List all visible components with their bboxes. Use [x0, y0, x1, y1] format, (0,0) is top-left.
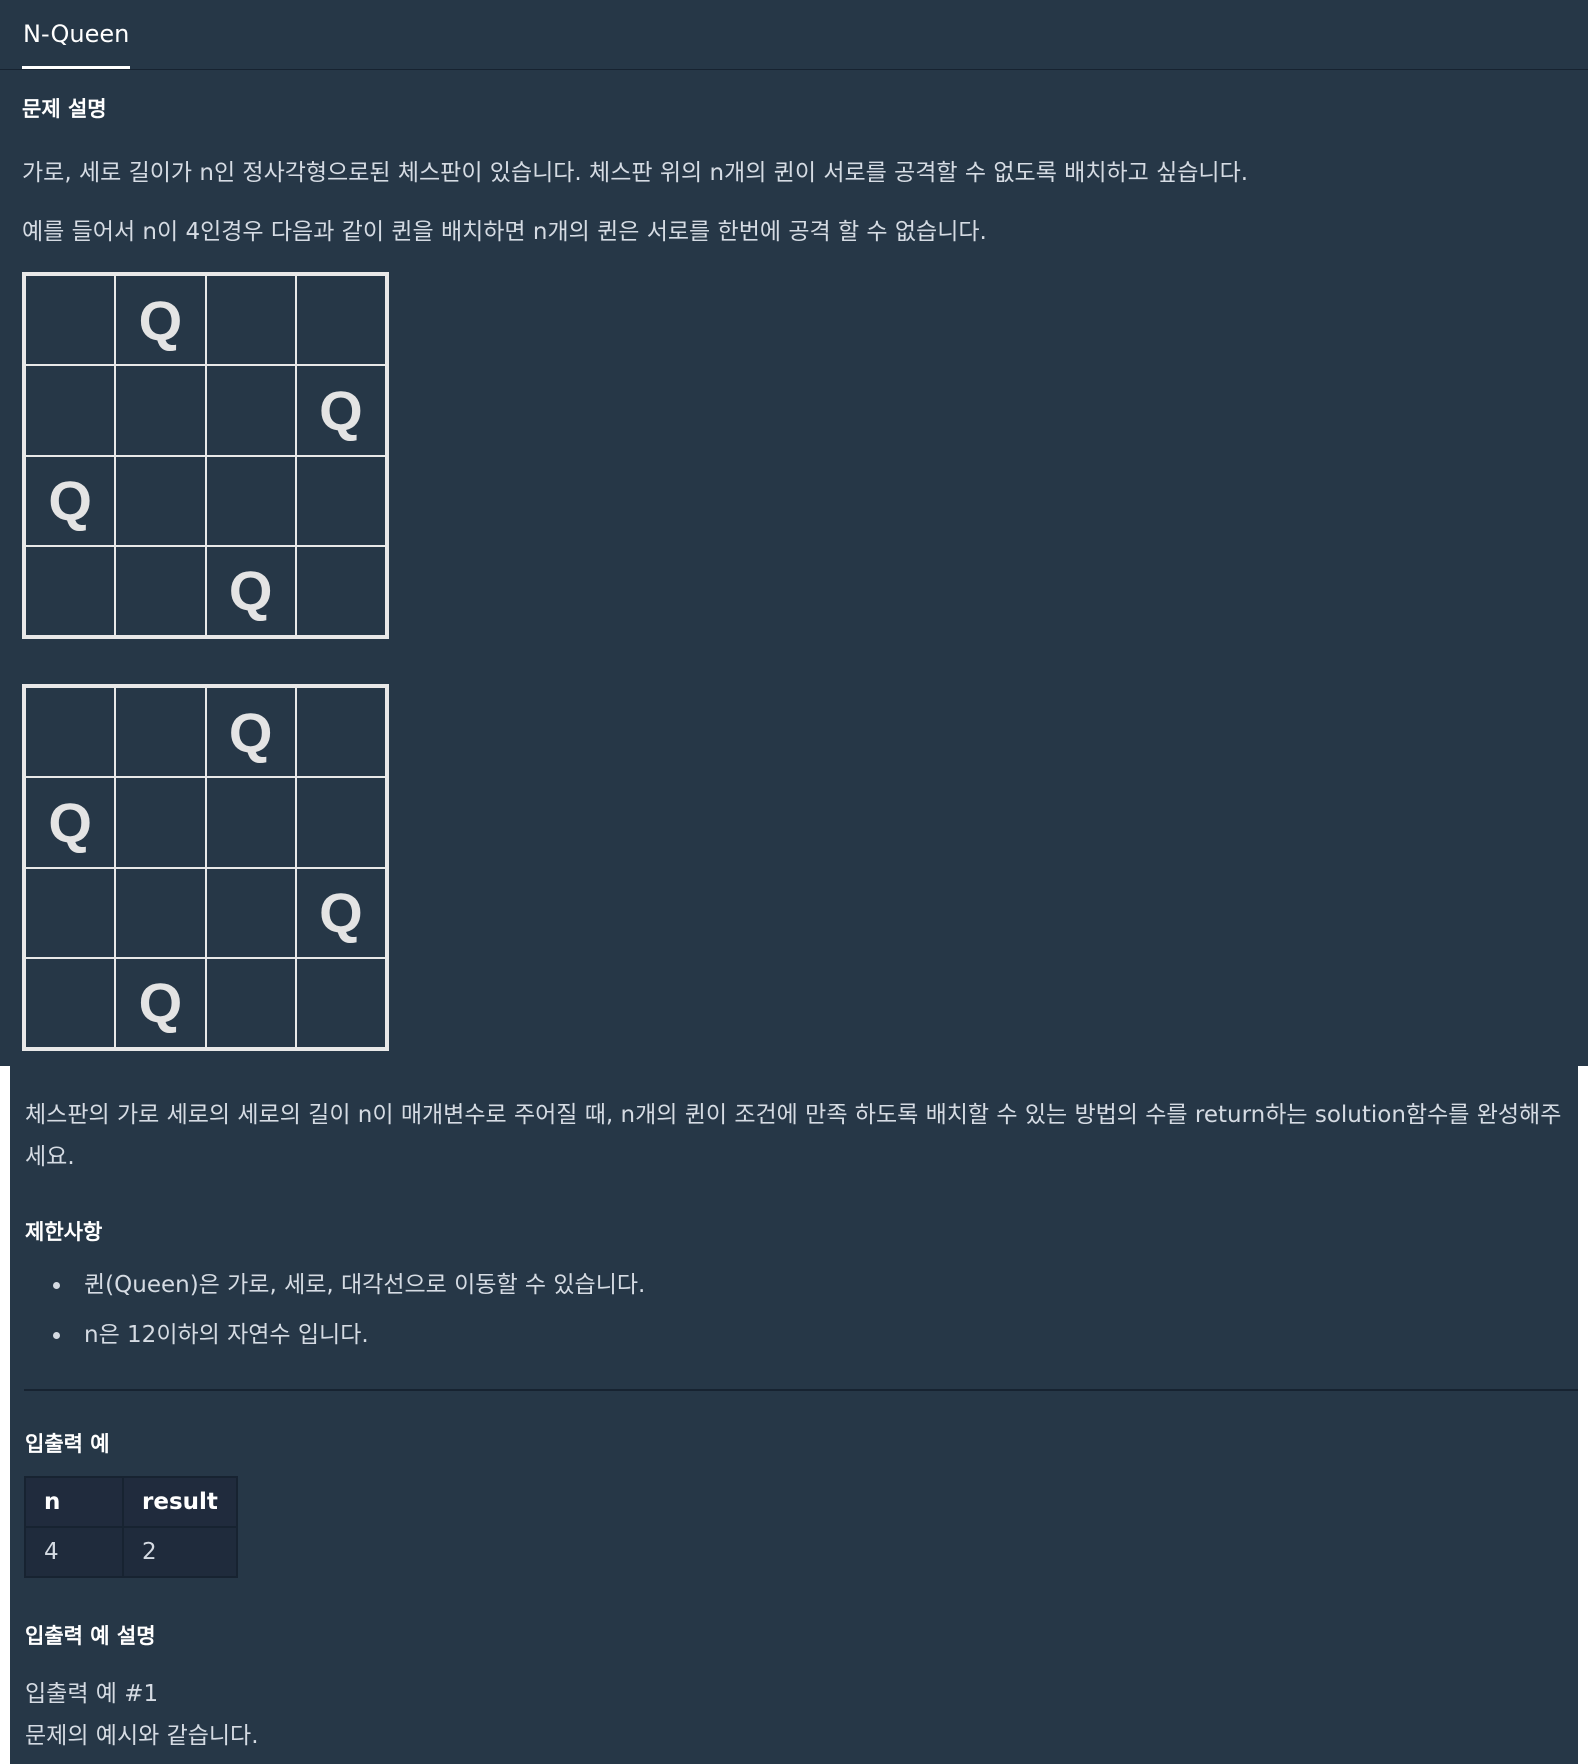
board-cell: [295, 957, 386, 1048]
queen-piece: Q: [25, 777, 116, 868]
board-cell: [205, 777, 296, 868]
tab-bar: N-Queen: [0, 0, 1588, 70]
queen-piece: Q: [115, 957, 206, 1048]
table-cell-n: 4: [24, 1526, 124, 1578]
constraints-list: 퀸(Queen)은 가로, 세로, 대각선으로 이동할 수 있습니다. n은 1…: [25, 1260, 645, 1360]
description-paragraph-1: 가로, 세로 길이가 n인 정사각형으로된 체스판이 있습니다. 체스판 위의 …: [22, 160, 1249, 186]
chessboard-example-2: QQQQ: [22, 684, 389, 1051]
queen-piece: Q: [295, 365, 386, 456]
board-cell: [25, 365, 116, 456]
description-paragraph-2: 예를 들어서 n이 4인경우 다음과 같이 퀸을 배치하면 n개의 퀸은 서로를…: [22, 219, 987, 245]
io-explanation-line-1: 입출력 예 #1: [25, 1681, 159, 1707]
board-cell: [115, 545, 206, 636]
queen-piece: Q: [115, 275, 206, 366]
board-cell: [25, 687, 116, 778]
queen-piece: Q: [25, 455, 116, 546]
io-explanation-line-2: 문제의 예시와 같습니다.: [25, 1723, 259, 1749]
io-example-heading: 입출력 예: [25, 1432, 110, 1456]
queen-piece: Q: [205, 687, 296, 778]
board-cell: [115, 867, 206, 958]
constraints-heading: 제한사항: [25, 1220, 103, 1244]
section-divider: [24, 1389, 1578, 1391]
board-cell: [295, 275, 386, 366]
board-cell: [295, 545, 386, 636]
board-cell: [115, 777, 206, 868]
queen-piece: Q: [205, 545, 296, 636]
board-cell: [25, 867, 116, 958]
table-header-result: result: [122, 1476, 238, 1528]
board-cell: [25, 957, 116, 1048]
description-heading: 문제 설명: [22, 97, 107, 121]
table-header-row: n result: [24, 1476, 238, 1528]
io-example-table: n result 4 2: [24, 1476, 238, 1578]
board-cell: [115, 687, 206, 778]
board-cell: [25, 545, 116, 636]
io-explanation-heading: 입출력 예 설명: [25, 1624, 156, 1648]
description-paragraph-3: 체스판의 가로 세로의 세로의 길이 n이 매개변수로 주어질 때, n개의 퀸…: [25, 1102, 1562, 1170]
constraint-item: n은 12이하의 자연수 입니다.: [25, 1310, 645, 1360]
board-cell: [115, 365, 206, 456]
board-cell: [205, 957, 296, 1048]
board-cell: [295, 687, 386, 778]
table-cell-result: 2: [122, 1526, 238, 1578]
table-header-n: n: [24, 1476, 124, 1528]
board-cell: [205, 275, 296, 366]
table-row: 4 2: [24, 1526, 238, 1578]
queen-piece: Q: [295, 867, 386, 958]
board-cell: [205, 867, 296, 958]
board-cell: [115, 455, 206, 546]
board-cell: [295, 777, 386, 868]
chessboard-example-1: QQQQ: [22, 272, 389, 639]
board-cell: [205, 365, 296, 456]
board-cell: [295, 455, 386, 546]
constraint-item: 퀸(Queen)은 가로, 세로, 대각선으로 이동할 수 있습니다.: [25, 1260, 645, 1310]
board-cell: [25, 275, 116, 366]
tab-n-queen[interactable]: N-Queen: [22, 0, 131, 69]
board-cell: [205, 455, 296, 546]
